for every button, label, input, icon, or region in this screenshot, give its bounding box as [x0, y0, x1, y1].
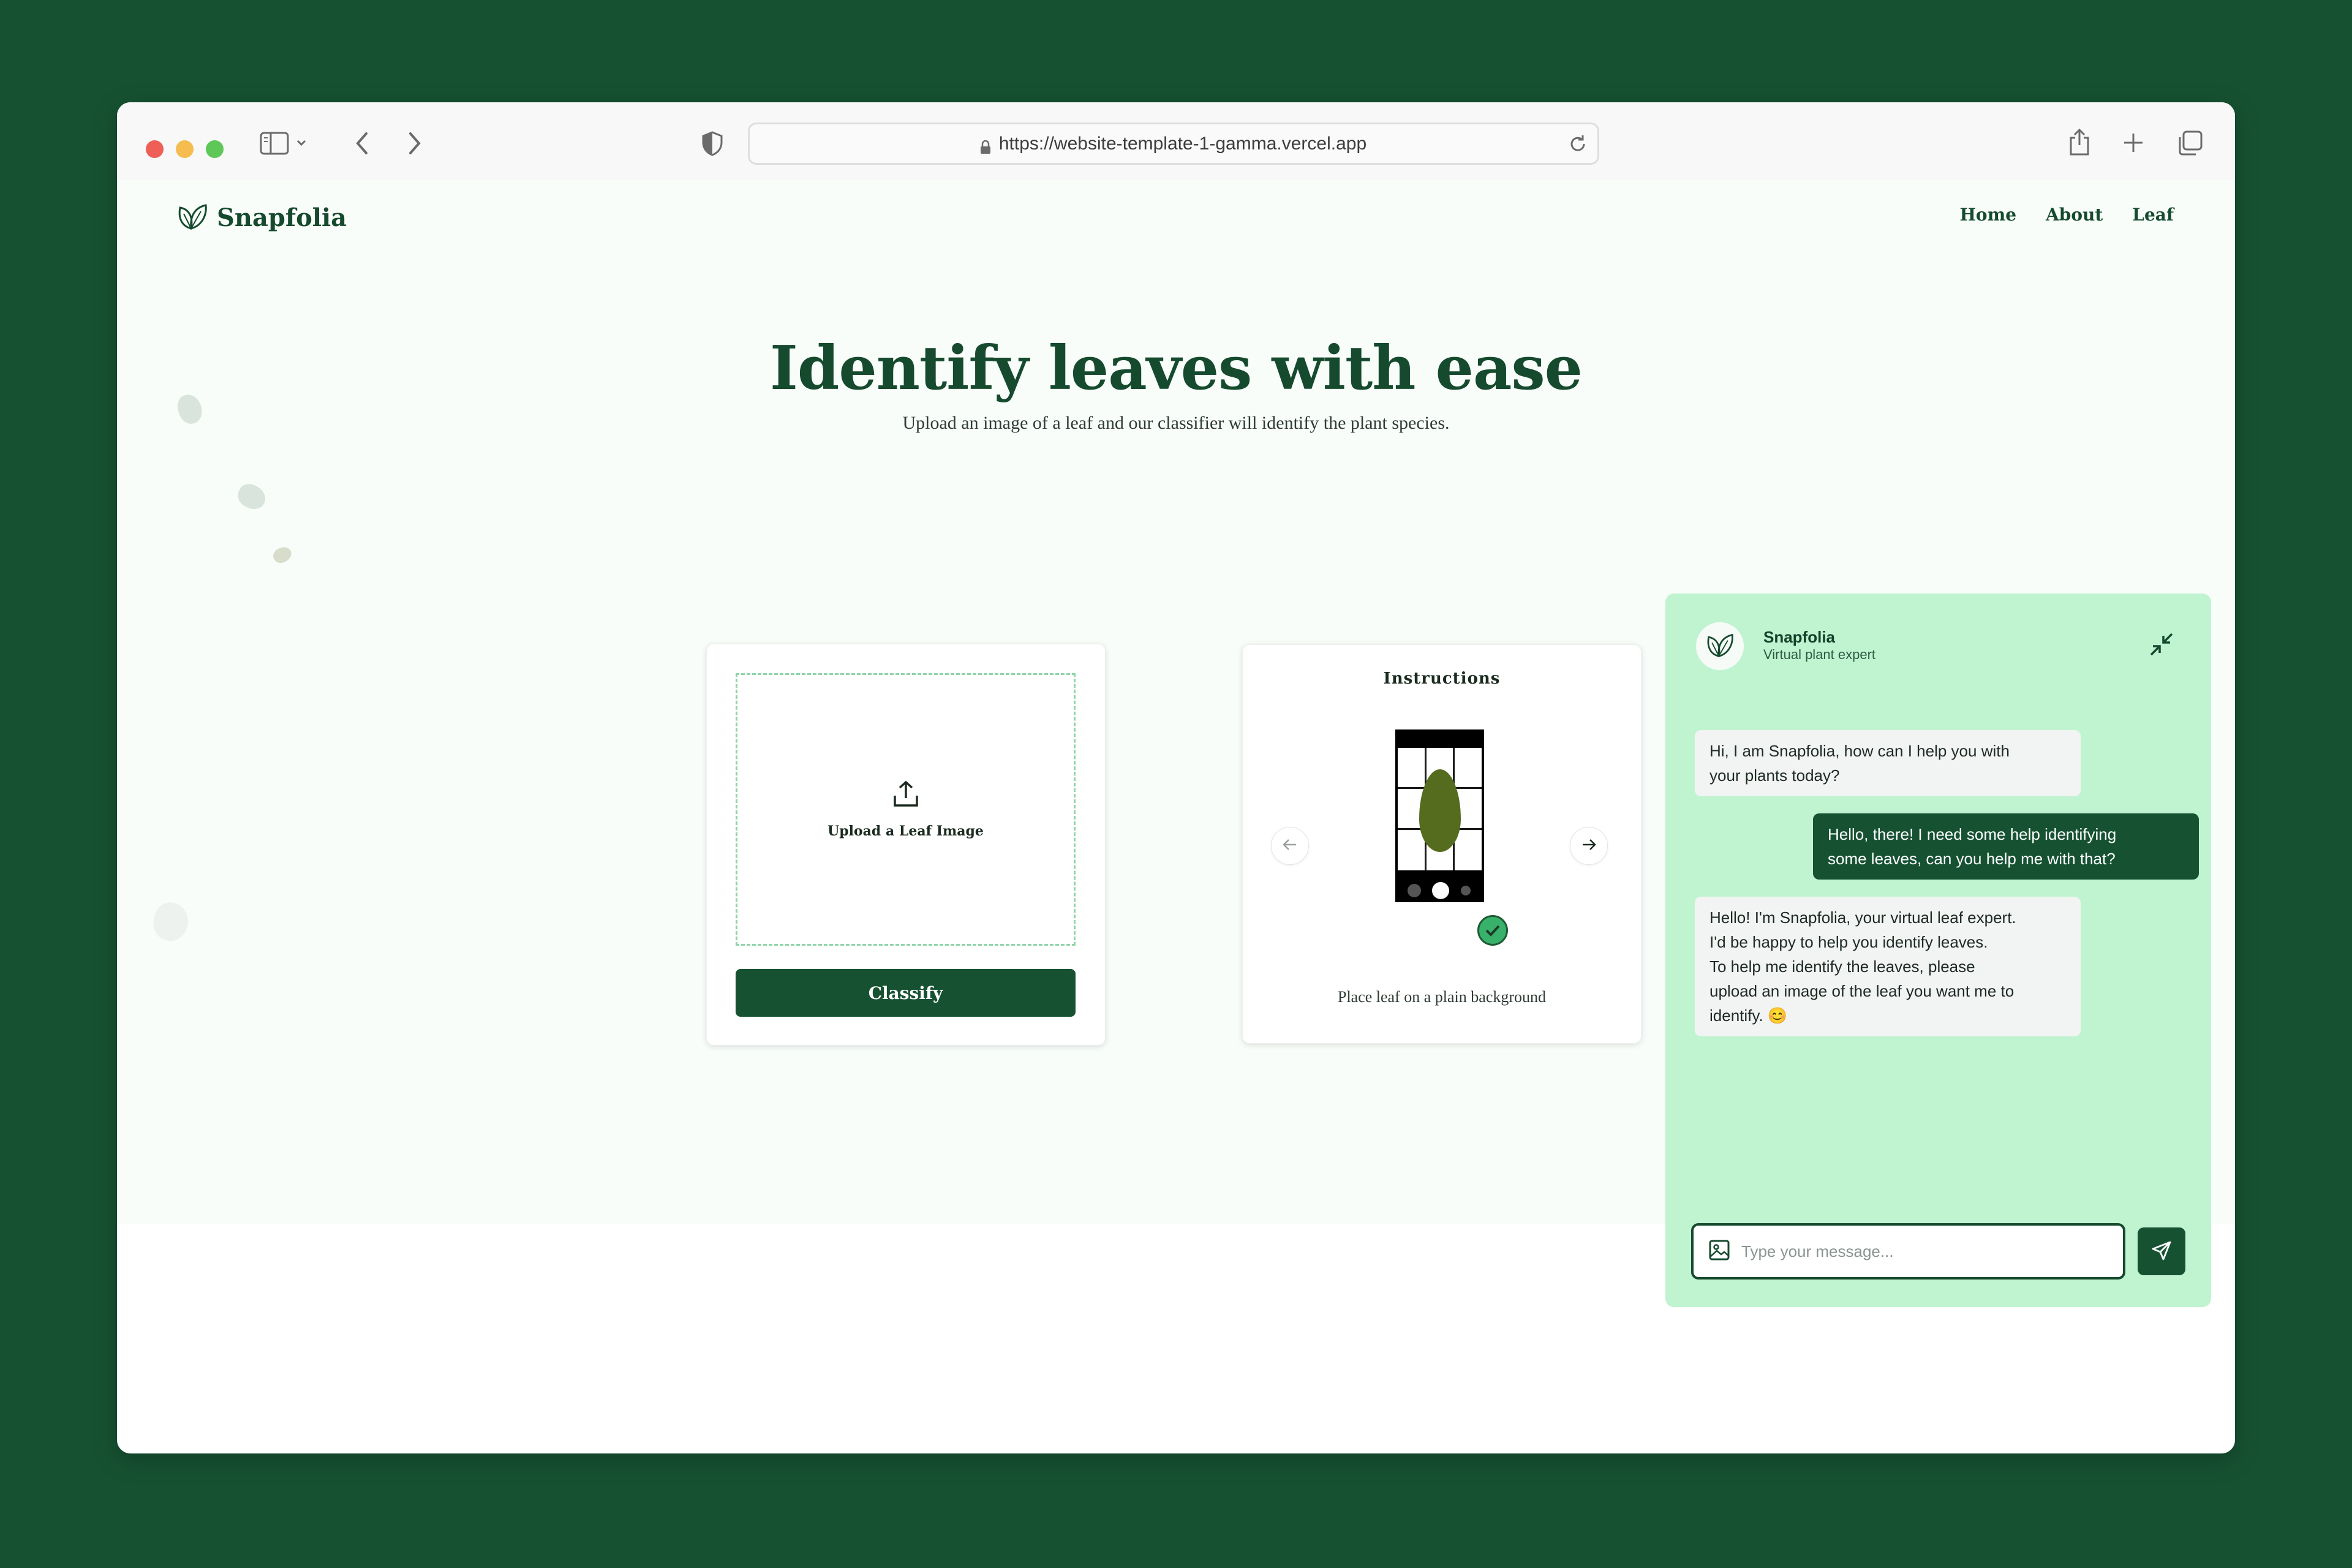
arrow-left-icon [1282, 838, 1298, 854]
decorative-leaf-blob [149, 899, 193, 945]
upload-label: Upload a Leaf Image [827, 823, 984, 839]
close-window-button[interactable] [146, 140, 164, 158]
send-button[interactable] [2138, 1227, 2185, 1275]
shutter-button-graphic [1432, 882, 1449, 899]
phone-control-dot [1461, 886, 1471, 895]
carousel-prev-button[interactable] [1271, 827, 1309, 865]
nav-leaf-link[interactable]: Leaf [2132, 205, 2174, 225]
brand-name: Snapfolia [217, 203, 347, 232]
browser-toolbar: https://website-template-1-gamma.vercel.… [117, 102, 2235, 180]
address-bar[interactable]: https://website-template-1-gamma.vercel.… [748, 123, 1599, 165]
decorative-leaf-blob [234, 480, 270, 513]
minimize-window-button[interactable] [176, 140, 194, 158]
instructions-card: Instructions Place leaf on a plain backg… [1242, 644, 1642, 1044]
web-page: Snapfolia Home About Leaf Identify leave… [117, 180, 2235, 1307]
decorative-leaf-blob [271, 544, 294, 566]
chat-input-box [1691, 1223, 2125, 1280]
leaf-logo-icon [176, 202, 208, 234]
check-icon [1477, 915, 1508, 946]
page-subtitle: Upload an image of a leaf and our classi… [902, 413, 1450, 433]
leaf-logo-icon [1705, 631, 1735, 662]
nav-home-link[interactable]: Home [1959, 205, 2016, 225]
forward-arrow-icon[interactable] [402, 129, 427, 157]
nav-about-link[interactable]: About [2046, 205, 2103, 225]
reload-icon[interactable] [1567, 133, 1589, 160]
camera-grid [1398, 748, 1482, 870]
bot-message: Hi, I am Snapfolia, how can I help you w… [1695, 730, 2081, 796]
phone-illustration [1395, 729, 1484, 902]
image-attach-icon[interactable] [1708, 1239, 1730, 1264]
browser-window: https://website-template-1-gamma.vercel.… [117, 102, 2235, 1453]
carousel-next-button[interactable] [1570, 827, 1608, 865]
collapse-icon[interactable] [2147, 630, 2176, 662]
upload-icon [892, 780, 919, 811]
user-message: Hello, there! I need some help identifyi… [1813, 813, 2199, 880]
classify-button[interactable]: Classify [736, 969, 1076, 1017]
bot-message: Hello! I'm Snapfolia, your virtual leaf … [1695, 897, 2081, 1036]
arrow-right-icon [1581, 838, 1597, 854]
privacy-shield-icon[interactable] [699, 129, 726, 157]
sidebar-toggle-icon[interactable] [260, 129, 309, 157]
page-title: Identify leaves with ease [770, 333, 1583, 404]
upload-card: Upload a Leaf Image Classify [706, 644, 1106, 1046]
chat-message-input[interactable] [1741, 1242, 2109, 1261]
send-icon [2151, 1240, 2172, 1263]
zoom-window-button[interactable] [206, 140, 224, 158]
new-tab-icon[interactable] [2120, 129, 2147, 156]
tab-overview-icon[interactable] [2175, 129, 2204, 157]
chat-bot-name: Snapfolia [1763, 628, 1836, 646]
instructions-title: Instructions [1383, 669, 1501, 688]
back-arrow-icon[interactable] [350, 129, 374, 157]
avatar [1696, 622, 1744, 670]
share-icon[interactable] [2066, 127, 2093, 157]
url-text: https://website-template-1-gamma.vercel.… [998, 133, 1367, 154]
chat-bot-role: Virtual plant expert [1763, 647, 1876, 662]
phone-control-dot [1408, 884, 1421, 897]
lock-icon [980, 138, 990, 154]
image-dropzone[interactable]: Upload a Leaf Image [736, 673, 1076, 946]
main-nav: Home About Leaf [1959, 205, 2174, 225]
site-logo[interactable]: Snapfolia [176, 202, 347, 234]
instructions-caption: Place leaf on a plain background [1337, 988, 1547, 1006]
chat-panel: Snapfolia Virtual plant expert Hi, I am … [1665, 594, 2211, 1307]
